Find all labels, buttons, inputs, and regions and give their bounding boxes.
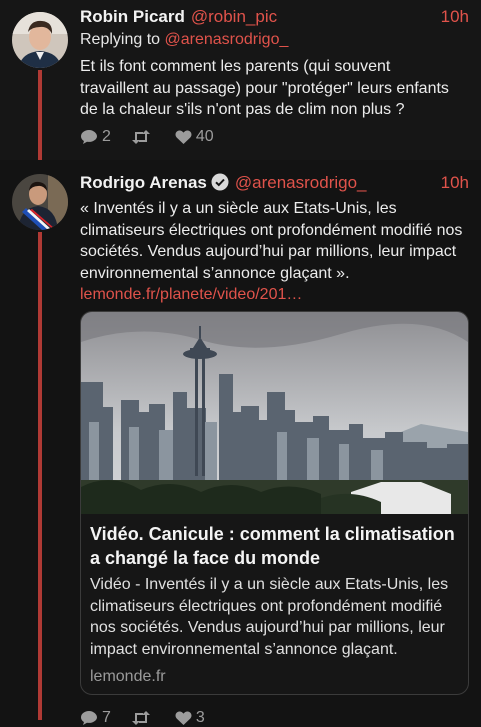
thread-line [38, 232, 42, 720]
timestamp[interactable]: 10h [441, 7, 469, 27]
reply-button[interactable]: 2 [80, 128, 111, 146]
tweet-text-block: « Inventés il y a un siècle aux Etats-Un… [80, 198, 463, 306]
heart-icon [175, 711, 192, 725]
tweet-text: « Inventés il y a un siècle aux Etats-Un… [80, 200, 463, 282]
tweet-rodrigo-arenas[interactable]: Rodrigo Arenas @arenasrodrigo_ 10h « Inve… [0, 160, 481, 726]
card-domain: lemonde.fr [90, 668, 166, 685]
retweet-icon [131, 130, 150, 144]
tweet-text: Et ils font comment les parents (qui sou… [80, 58, 449, 118]
author-handle[interactable]: @arenasrodrigo_ [235, 173, 367, 192]
reply-count: 7 [102, 709, 111, 726]
card-image [81, 312, 468, 514]
author-name[interactable]: Robin Picard [80, 7, 185, 26]
retweet-button[interactable] [131, 710, 155, 726]
reply-button[interactable]: 7 [80, 709, 111, 727]
card-description: Vidéo - Inventés il y a un siècle aux Et… [90, 576, 449, 658]
retweet-icon [131, 711, 150, 725]
heart-icon [175, 130, 192, 144]
reply-icon [81, 711, 97, 725]
link-preview-card[interactable]: Vidéo. Canicule : comment la climatisati… [80, 311, 469, 695]
reply-count: 2 [102, 128, 111, 145]
replying-prefix: Replying to [80, 31, 165, 48]
retweet-button[interactable] [131, 129, 155, 145]
tweet-actions: 7 3 [80, 709, 205, 727]
like-count: 40 [195, 128, 214, 145]
replying-to: Replying to @arenasrodrigo_ [80, 31, 288, 49]
replying-handle[interactable]: @arenasrodrigo_ [165, 31, 289, 48]
tweet-actions: 2 40 [80, 128, 214, 146]
thread-line [38, 70, 42, 160]
tweet-header: Robin Picard @robin_pic 10h [80, 7, 469, 29]
reply-icon [81, 130, 97, 144]
card-title[interactable]: Vidéo. Canicule : comment la climatisati… [90, 522, 458, 570]
author-handle[interactable]: @robin_pic [191, 7, 277, 26]
avatar[interactable] [12, 12, 68, 68]
timestamp[interactable]: 10h [441, 173, 469, 193]
tweet-robin-picard[interactable]: Robin Picard @robin_pic 10h Replying to @… [0, 0, 481, 160]
tweet-header: Rodrigo Arenas @arenasrodrigo_ 10h [80, 173, 469, 195]
author-name[interactable]: Rodrigo Arenas [80, 173, 207, 192]
verified-icon [211, 173, 229, 191]
avatar[interactable] [12, 174, 68, 230]
like-button[interactable]: 40 [175, 128, 214, 146]
like-count: 3 [195, 709, 205, 726]
like-button[interactable]: 3 [175, 709, 205, 727]
tweet-link[interactable]: lemonde.fr/planete/video/201… [80, 284, 463, 306]
